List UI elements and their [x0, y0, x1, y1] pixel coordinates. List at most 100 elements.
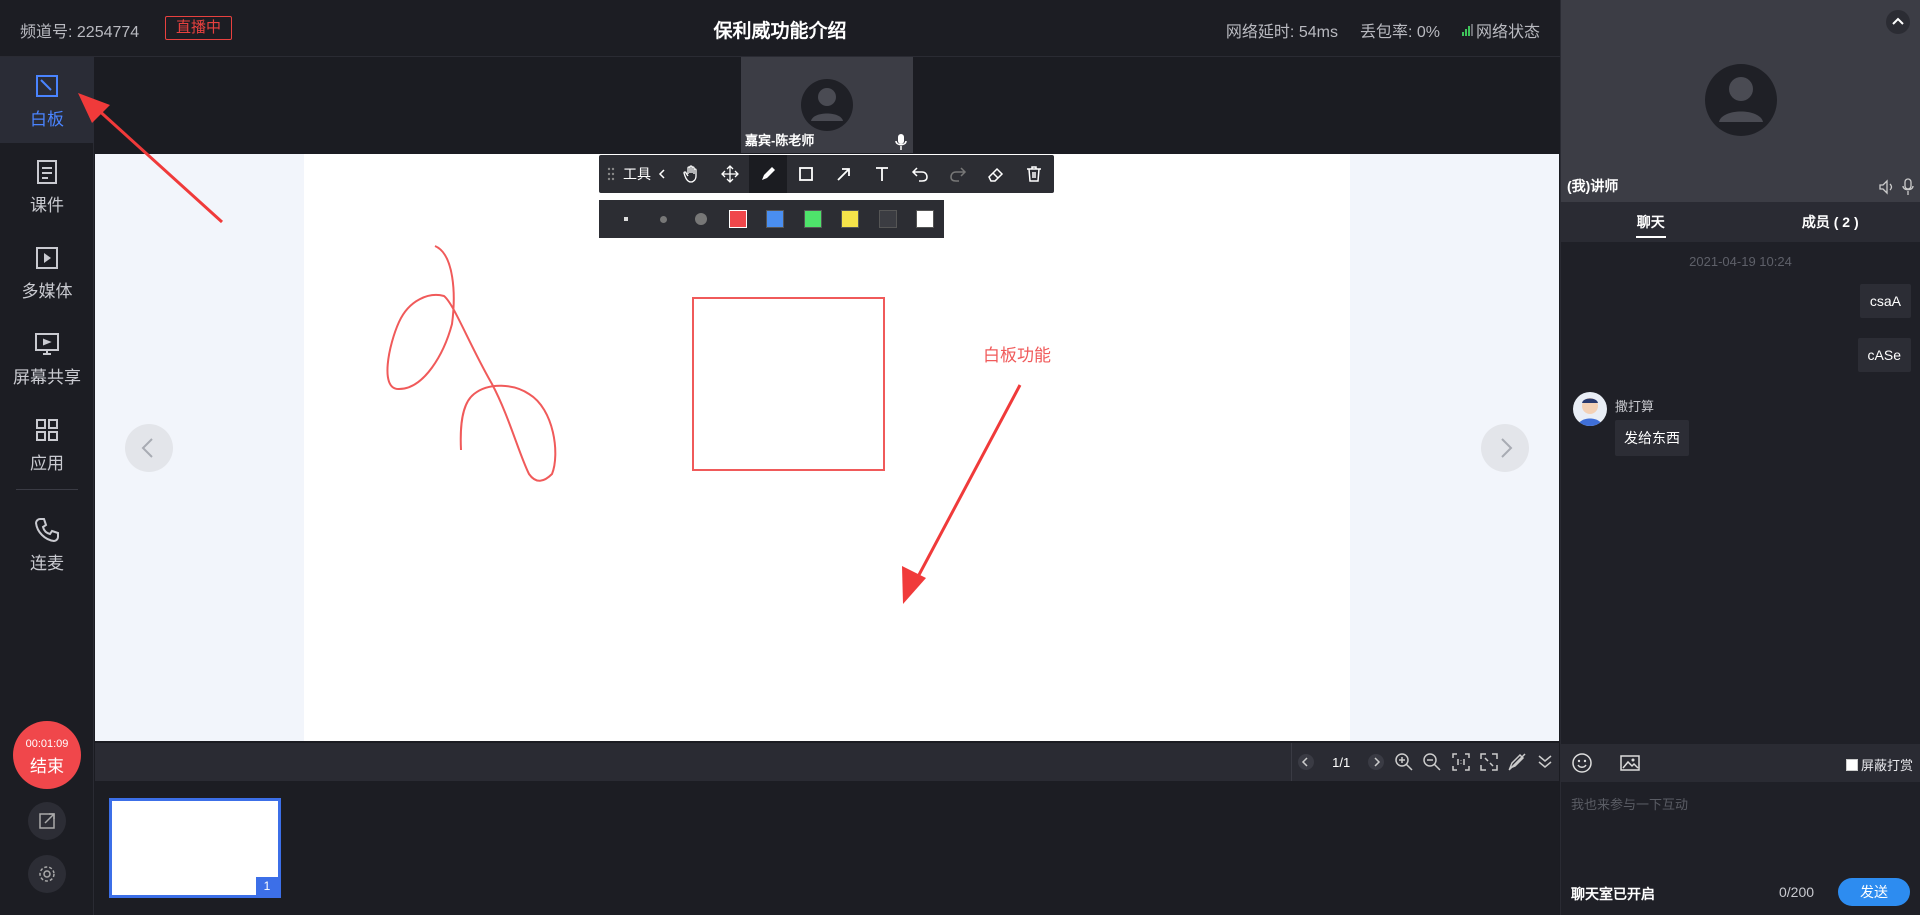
chevron-up-icon	[1892, 17, 1904, 25]
popout-button[interactable]	[28, 802, 66, 840]
redo-icon	[950, 167, 967, 182]
page-thumbnail[interactable]: 1	[109, 798, 281, 898]
move-tool-button[interactable]	[711, 155, 749, 193]
sidebar-item-label: 连麦	[30, 554, 64, 573]
chat-input[interactable]: 我也来参与一下互动	[1561, 782, 1920, 874]
eraser-icon	[988, 167, 1004, 182]
guest-name: 嘉宾-陈老师	[745, 133, 815, 148]
sidebar-item-label: 多媒体	[21, 282, 73, 301]
eraser-tool-button[interactable]	[977, 155, 1015, 193]
chat-panel: 聊天 成员 ( 2 ) 2021-04-19 10:24 csaA cASe 撒…	[1560, 202, 1920, 915]
size-medium-option[interactable]	[644, 200, 681, 238]
speaker-icon[interactable]	[1878, 178, 1896, 196]
next-page-button[interactable]	[1481, 424, 1529, 472]
small-dot-icon	[623, 217, 628, 221]
top-bar: 频道号: 2254774 直播中 保利威功能介绍 网络延时: 54ms 丢包率:…	[0, 0, 1560, 57]
color-green	[803, 210, 822, 228]
whiteboard-canvas[interactable]: 白板功能	[304, 154, 1350, 741]
collapse-toolbar-icon[interactable]	[657, 167, 667, 181]
prev-page-small-button[interactable]	[1292, 743, 1320, 781]
image-icon[interactable]	[1619, 752, 1641, 774]
block-gift-checkbox[interactable]	[1845, 758, 1858, 771]
tutorial-arrow	[78, 93, 224, 224]
stroke-palette	[599, 200, 944, 238]
redo-button[interactable]	[939, 155, 977, 193]
network-status-label: 网络状态	[1475, 24, 1540, 41]
color-swatch[interactable]	[719, 200, 756, 238]
message-bubble: 发给东西	[1615, 420, 1689, 456]
tab-chat[interactable]: 聊天	[1561, 202, 1741, 242]
avatar	[1573, 392, 1607, 426]
color-swatch[interactable]	[869, 200, 906, 238]
live-timer: 00:01:09	[25, 738, 69, 750]
whiteboard-icon	[36, 75, 58, 97]
medium-dot-icon	[659, 215, 667, 223]
undo-button[interactable]	[901, 155, 939, 193]
clear-board-button[interactable]	[1015, 155, 1053, 193]
block-gift-toggle[interactable]: 屏蔽打赏	[1845, 755, 1913, 774]
microphone-icon	[895, 134, 907, 150]
arrow-icon	[837, 168, 850, 181]
zoom-in-button[interactable]	[1390, 743, 1418, 781]
end-live-button[interactable]: 00:01:09 结束	[13, 721, 81, 789]
hand-tool-button[interactable]	[673, 155, 711, 193]
pen-tool-button[interactable]	[749, 155, 787, 193]
fullscreen-button[interactable]	[1475, 743, 1503, 781]
pen-icon	[762, 167, 775, 180]
tab-members[interactable]: 成员 ( 2 )	[1741, 202, 1920, 242]
signal-icon	[1461, 24, 1473, 36]
drag-handle-icon[interactable]	[607, 167, 615, 181]
whiteboard-annotation-text: 白板功能	[983, 346, 1051, 365]
guest-video-tile[interactable]: 嘉宾-陈老师	[741, 57, 913, 153]
teacher-video-tile[interactable]: (我)讲师	[1560, 0, 1920, 202]
my-message: cASe	[1857, 338, 1911, 372]
color-dark-gray	[878, 210, 897, 228]
char-count: 0/200	[1779, 884, 1815, 900]
color-swatch[interactable]	[832, 200, 869, 238]
settings-button[interactable]	[28, 855, 66, 893]
text-icon	[876, 167, 888, 181]
chat-status: 聊天室已开启	[1571, 886, 1655, 902]
rectangle-icon	[799, 167, 813, 181]
size-small-option[interactable]	[607, 200, 644, 238]
collapse-thumbnails-button[interactable]	[1531, 743, 1559, 781]
page-indicator: 1/1	[1332, 754, 1351, 770]
prev-page-button[interactable]	[125, 424, 173, 472]
document-icon	[37, 160, 57, 184]
network-status[interactable]: 网络状态	[1461, 18, 1540, 42]
sidebar-item-label: 白板	[30, 110, 64, 129]
toggle-annotation-button[interactable]	[1503, 743, 1531, 781]
whiteboard-drawing	[386, 245, 1022, 604]
next-page-small-button[interactable]	[1362, 743, 1390, 781]
emoji-icon[interactable]	[1571, 752, 1593, 774]
rectangle-tool-button[interactable]	[787, 155, 825, 193]
microphone-icon[interactable]	[1900, 178, 1916, 196]
whiteboard-toolbar: 工具	[599, 155, 1054, 193]
send-button[interactable]: 发送	[1838, 878, 1910, 906]
collapse-video-button[interactable]	[1886, 10, 1910, 34]
arrow-tool-button[interactable]	[825, 155, 863, 193]
actual-size-button[interactable]	[1447, 743, 1475, 781]
trash-icon	[1027, 166, 1041, 182]
sender-name: 撒打算	[1615, 399, 1655, 414]
screen-share-icon	[35, 333, 59, 355]
chevron-left-icon	[1298, 754, 1315, 770]
apps-grid-icon	[36, 419, 58, 441]
external-link-icon	[39, 813, 55, 829]
sidebar-item-apps[interactable]: 应用	[0, 401, 94, 487]
size-large-option[interactable]	[682, 200, 719, 238]
color-red	[729, 210, 748, 228]
zoom-out-button[interactable]	[1418, 743, 1446, 781]
page-thumbnails: 1	[95, 781, 1559, 915]
color-swatch[interactable]	[757, 200, 794, 238]
fullscreen-icon	[1479, 753, 1498, 771]
zoom-in-icon	[1395, 753, 1413, 771]
color-blue	[766, 210, 785, 228]
color-swatch[interactable]	[794, 200, 831, 238]
sidebar-item-screen-share[interactable]: 屏幕共享	[0, 315, 94, 401]
chevron-right-icon	[1368, 754, 1385, 770]
text-tool-button[interactable]	[863, 155, 901, 193]
sidebar-item-co-host[interactable]: 连麦	[0, 501, 94, 587]
freehand-stroke	[386, 245, 557, 482]
color-swatch[interactable]	[907, 200, 944, 238]
